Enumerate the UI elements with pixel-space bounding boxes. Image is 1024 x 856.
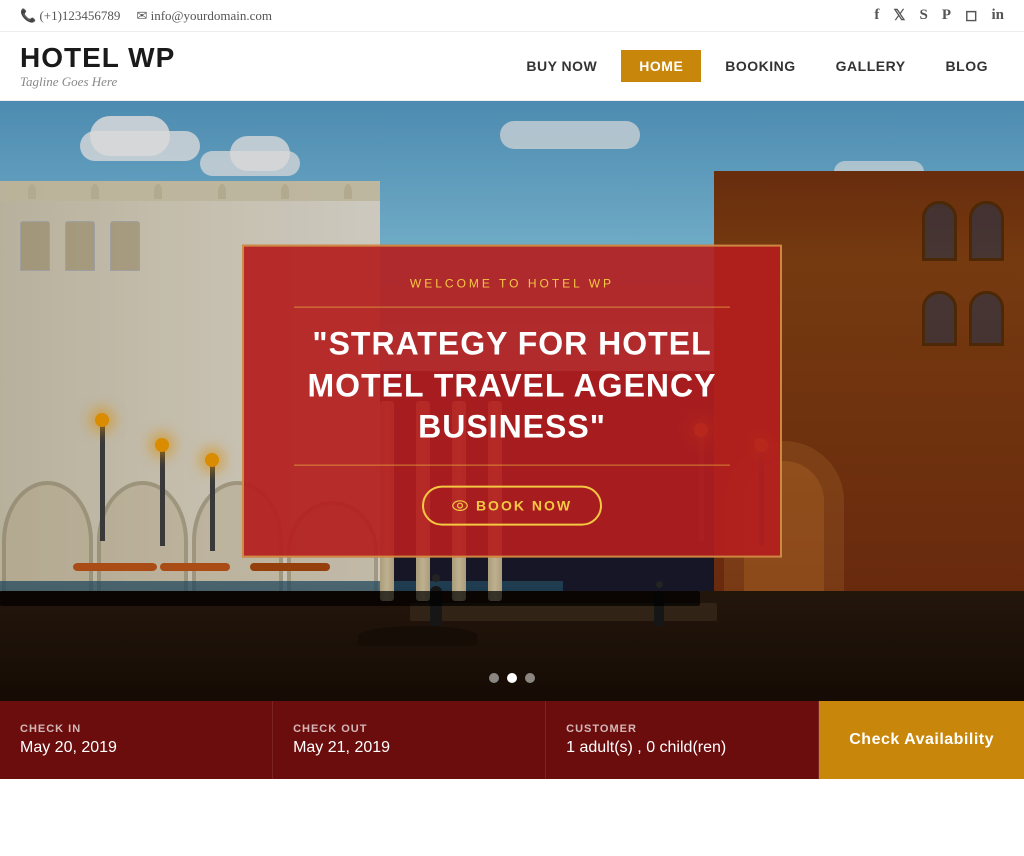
nav-home[interactable]: HOME: [621, 50, 701, 82]
hero-title: "STRATEGY FOR HOTEL MOTEL TRAVEL AGENCY …: [294, 324, 730, 449]
check-out-label: CHECK OUT: [293, 723, 525, 735]
nav-blog[interactable]: BLOG: [930, 50, 1004, 82]
twitter-link[interactable]: 𝕏: [893, 6, 905, 25]
check-in-label: CHECK IN: [20, 723, 252, 735]
eye-icon: [452, 497, 468, 513]
booking-bar: CHECK IN May 20, 2019 CHECK OUT May 21, …: [0, 701, 1024, 779]
check-out-section[interactable]: CHECK OUT May 21, 2019: [273, 701, 546, 779]
slider-dots: [489, 673, 535, 683]
hero-divider-bottom: [294, 464, 730, 465]
logo: HOTEL WP Tagline Goes Here: [20, 42, 175, 90]
nav-buy-now[interactable]: BUY NOW: [510, 50, 613, 82]
nav-booking[interactable]: BOOKING: [709, 50, 811, 82]
linkedin-link[interactable]: in: [991, 7, 1004, 24]
hero-subtitle: WELCOME TO HOTEL WP: [294, 277, 730, 291]
social-links: f 𝕏 S P ◻ in: [874, 6, 1004, 25]
customer-label: CUSTOMER: [566, 723, 798, 735]
facebook-link[interactable]: f: [874, 7, 879, 24]
logo-title: HOTEL WP: [20, 42, 175, 74]
logo-tagline: Tagline Goes Here: [20, 74, 175, 90]
top-bar: 📞 (+1)123456789 ✉ info@yourdomain.com f …: [0, 0, 1024, 32]
book-now-button[interactable]: BOOK NOW: [422, 485, 602, 525]
top-bar-left: 📞 (+1)123456789 ✉ info@yourdomain.com: [20, 8, 272, 24]
check-in-section[interactable]: CHECK IN May 20, 2019: [0, 701, 273, 779]
check-out-value: May 21, 2019: [293, 739, 525, 757]
customer-section[interactable]: CUSTOMER 1 adult(s) , 0 child(ren): [546, 701, 819, 779]
check-in-value: May 20, 2019: [20, 739, 252, 757]
phone-number: 📞 (+1)123456789: [20, 8, 120, 24]
nav-gallery[interactable]: GALLERY: [820, 50, 922, 82]
phone-icon: 📞: [20, 8, 39, 23]
main-nav: BUY NOW HOME BOOKING GALLERY BLOG: [510, 50, 1004, 82]
dot-3[interactable]: [525, 673, 535, 683]
hero-card: WELCOME TO HOTEL WP "STRATEGY FOR HOTEL …: [242, 245, 782, 558]
header: HOTEL WP Tagline Goes Here BUY NOW HOME …: [0, 32, 1024, 101]
dot-2[interactable]: [507, 673, 517, 683]
check-availability-button[interactable]: Check Availability: [819, 701, 1024, 779]
email-address: ✉ info@yourdomain.com: [136, 8, 272, 24]
email-icon: ✉: [136, 8, 150, 23]
pinterest-link[interactable]: P: [942, 7, 951, 24]
hero-section: WELCOME TO HOTEL WP "STRATEGY FOR HOTEL …: [0, 101, 1024, 701]
instagram-link[interactable]: ◻: [965, 6, 977, 25]
customer-value: 1 adult(s) , 0 child(ren): [566, 739, 798, 757]
hero-divider-top: [294, 307, 730, 308]
dot-1[interactable]: [489, 673, 499, 683]
skype-link[interactable]: S: [920, 7, 928, 24]
